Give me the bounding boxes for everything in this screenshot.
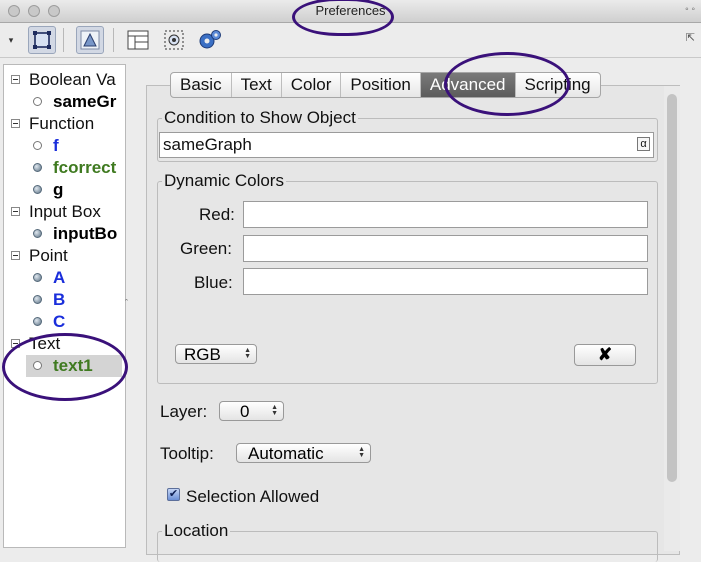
toolbar-separator (63, 28, 64, 52)
layer-select[interactable]: 0 ▲ ▼ (219, 401, 284, 421)
defaults-icon (164, 30, 184, 50)
object-tree: Boolean Va sameGr Function f fcorrect g … (3, 64, 126, 548)
visibility-dot-icon[interactable] (33, 273, 42, 282)
advanced-settings-icon (199, 30, 221, 49)
annotation-circle-title (292, 0, 394, 36)
color-mode-value: RGB (184, 345, 221, 364)
visibility-dot-icon[interactable] (33, 185, 42, 194)
tree-item-label: fcorrect (53, 158, 117, 177)
tooltip-select[interactable]: Automatic ▲ ▼ (236, 443, 371, 463)
red-label: Red: (199, 205, 235, 224)
condition-value: sameGraph (163, 135, 252, 154)
visibility-dot-icon[interactable] (33, 141, 42, 150)
green-input[interactable] (243, 235, 648, 262)
tab-position[interactable]: Position (341, 73, 421, 97)
tab-basic[interactable]: Basic (171, 73, 232, 97)
annotation-circle-text1 (2, 333, 128, 401)
panel-undock-control[interactable]: ⇱ (686, 31, 695, 44)
advanced-settings-button[interactable] (196, 26, 224, 54)
triangle-down-icon: ▾ (8, 34, 14, 45)
color-mode-select[interactable]: RGB ▲ ▼ (175, 344, 257, 364)
toolbar-dropdown-arrow[interactable]: ▾ (4, 26, 18, 54)
annotation-circle-advanced (444, 52, 570, 116)
graphics-view-button[interactable] (76, 26, 104, 54)
tree-category-label: Point (29, 246, 68, 265)
selection-allowed-label: Selection Allowed (186, 487, 320, 506)
select-object-icon (33, 31, 51, 49)
window-resize-control[interactable]: ◦ ◦ (685, 4, 695, 15)
layer-value: 0 (240, 402, 250, 421)
tree-item-label: sameGr (53, 92, 117, 111)
dynamic-colors-legend: Dynamic Colors (162, 171, 286, 191)
graphics-view-icon (80, 30, 100, 50)
collapse-icon[interactable] (11, 75, 20, 84)
clear-colors-button[interactable]: ✘ (574, 344, 636, 366)
tree-category-label: Boolean Va (29, 70, 116, 89)
tab-color[interactable]: Color (282, 73, 342, 97)
red-input[interactable] (243, 201, 648, 228)
layout-icon (127, 30, 149, 50)
visibility-dot-icon[interactable] (33, 229, 42, 238)
tab-text[interactable]: Text (232, 73, 282, 97)
updown-arrows-icon: ▲ ▼ (271, 404, 278, 417)
layout-button[interactable] (124, 26, 152, 54)
select-object-button[interactable] (28, 26, 56, 54)
scrollbar-thumb[interactable] (667, 94, 677, 482)
blue-input[interactable] (243, 268, 648, 295)
visibility-dot-icon[interactable] (33, 97, 42, 106)
defaults-button[interactable] (160, 26, 188, 54)
tree-item-label: f (53, 136, 59, 155)
condition-legend: Condition to Show Object (162, 108, 358, 128)
tooltip-label: Tooltip: (160, 444, 214, 463)
tree-item-label: inputBo (53, 224, 118, 243)
tree-item-label: A (53, 268, 66, 287)
condition-input[interactable]: sameGraph α (159, 132, 654, 158)
split-pane-divider[interactable]: ˆ (124, 64, 132, 546)
collapse-icon[interactable] (11, 119, 20, 128)
tree-item-label: C (53, 312, 66, 331)
green-label: Green: (180, 239, 232, 258)
selection-allowed-checkbox[interactable]: ✔ (167, 488, 180, 501)
layer-label: Layer: (160, 402, 208, 421)
tree-item-label: g (53, 180, 64, 199)
tree-item-label: B (53, 290, 66, 309)
collapse-icon[interactable] (11, 251, 20, 260)
tree-category-label: Function (29, 114, 95, 133)
visibility-dot-icon[interactable] (33, 163, 42, 172)
visibility-dot-icon[interactable] (33, 317, 42, 326)
collapse-icon[interactable] (11, 207, 20, 216)
updown-arrows-icon: ▲ ▼ (358, 446, 365, 459)
updown-arrows-icon: ▲ ▼ (244, 347, 251, 360)
tree-category-label: Input Box (29, 202, 101, 221)
checkmark-icon: ✔ (168, 488, 179, 500)
visibility-dot-icon[interactable] (33, 295, 42, 304)
toolbar-separator (113, 28, 114, 52)
blue-label: Blue: (194, 273, 233, 292)
location-legend: Location (162, 521, 231, 541)
collapse-arrow-icon: ˆ (125, 298, 128, 308)
tooltip-value: Automatic (248, 444, 324, 463)
symbol-table-button[interactable]: α (637, 137, 650, 151)
location-group: Location (157, 521, 658, 562)
